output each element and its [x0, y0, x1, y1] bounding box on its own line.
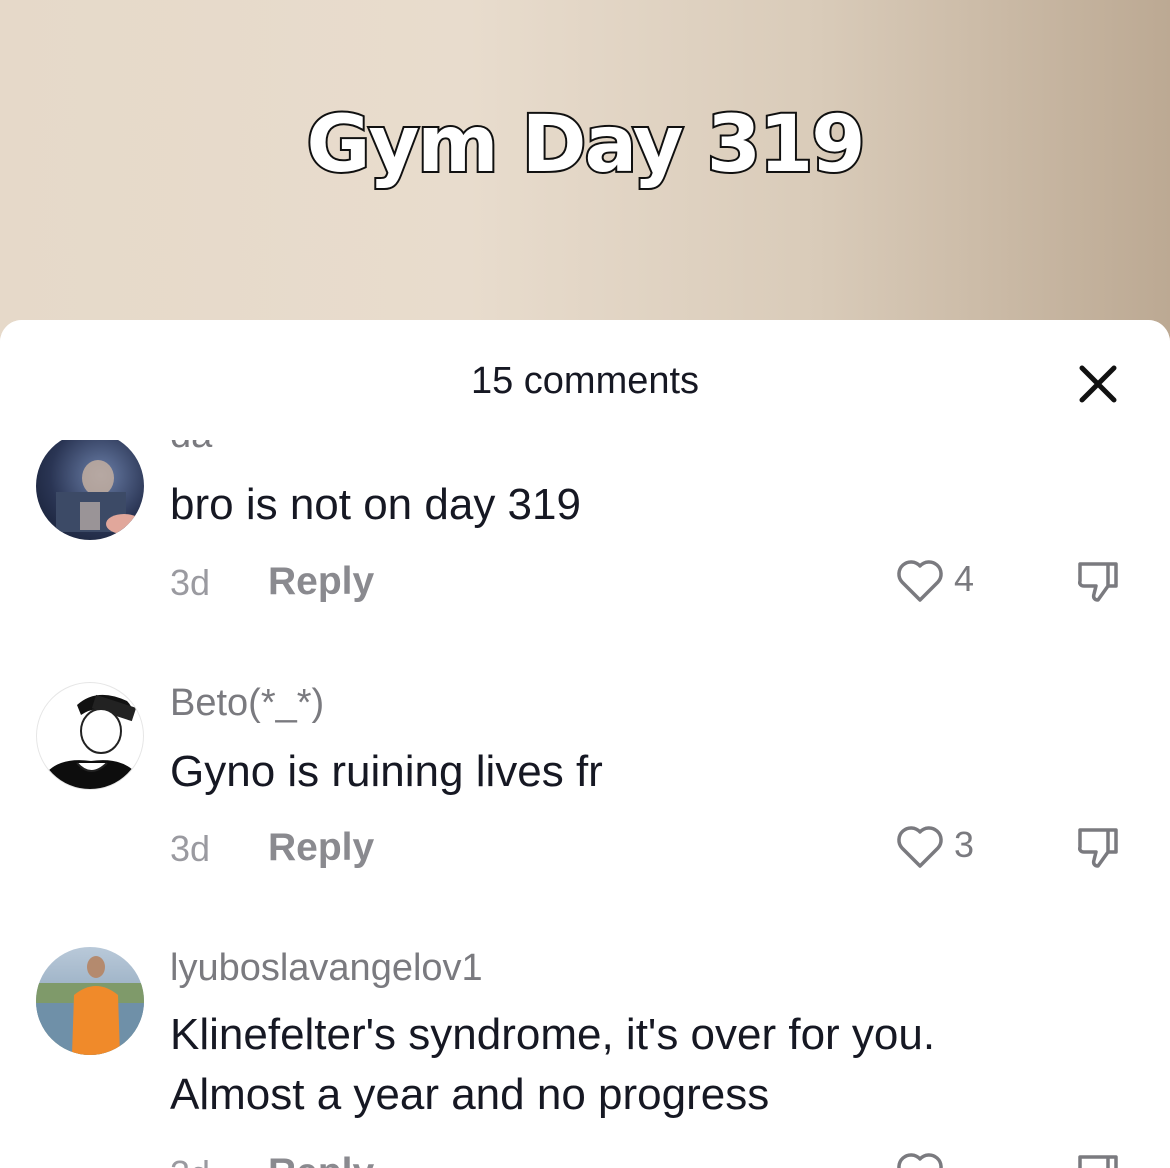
- comments-count-title: 15 comments: [470, 360, 700, 402]
- comment-text-line: Klinefelter's syndrome, it's over for yo…: [170, 1010, 936, 1059]
- comment-time: 3d: [170, 828, 211, 869]
- close-icon: [1079, 365, 1117, 403]
- reply-button[interactable]: Reply: [268, 1151, 374, 1168]
- comment-text-line: Almost a year and no progress: [170, 1070, 770, 1119]
- close-button[interactable]: [1072, 358, 1124, 410]
- comment-time: 3d: [170, 1153, 210, 1168]
- video-background: Gym Day 319: [0, 0, 1170, 360]
- thumbs-down-icon: [1078, 828, 1118, 868]
- comments-header: 15 comments: [0, 320, 1170, 440]
- dislike-button[interactable]: [1074, 558, 1122, 606]
- reply-button[interactable]: Reply: [268, 826, 374, 870]
- comment-text: bro is not on day 319: [170, 480, 581, 529]
- like-count: 4: [954, 558, 975, 599]
- heart-icon: [897, 560, 943, 602]
- comment-time: 3d: [170, 562, 211, 603]
- avatar[interactable]: [36, 432, 144, 540]
- comment-text: Klinefelter's syndrome, it's over for yo…: [170, 1005, 1070, 1125]
- comment-text: Gyno is ruining lives fr: [170, 747, 603, 796]
- thumbs-down-icon: [1078, 562, 1118, 602]
- comments-sheet: da bro is not on day 319 3d Reply 4: [0, 320, 1170, 1168]
- thumbs-down-icon: [1078, 1155, 1118, 1168]
- video-overlay-title: Gym Day 319: [304, 98, 867, 192]
- like-count: 3: [954, 824, 975, 865]
- dislike-button[interactable]: [1074, 1151, 1122, 1168]
- reply-button[interactable]: Reply: [268, 560, 374, 604]
- avatar[interactable]: [36, 682, 144, 790]
- comment-username[interactable]: lyuboslavangelov1: [170, 947, 483, 990]
- comment-username[interactable]: Beto(*_*): [170, 682, 324, 725]
- heart-icon: [897, 1153, 943, 1168]
- avatar[interactable]: [36, 947, 144, 1055]
- dislike-button[interactable]: [1074, 824, 1122, 872]
- heart-icon: [897, 826, 943, 868]
